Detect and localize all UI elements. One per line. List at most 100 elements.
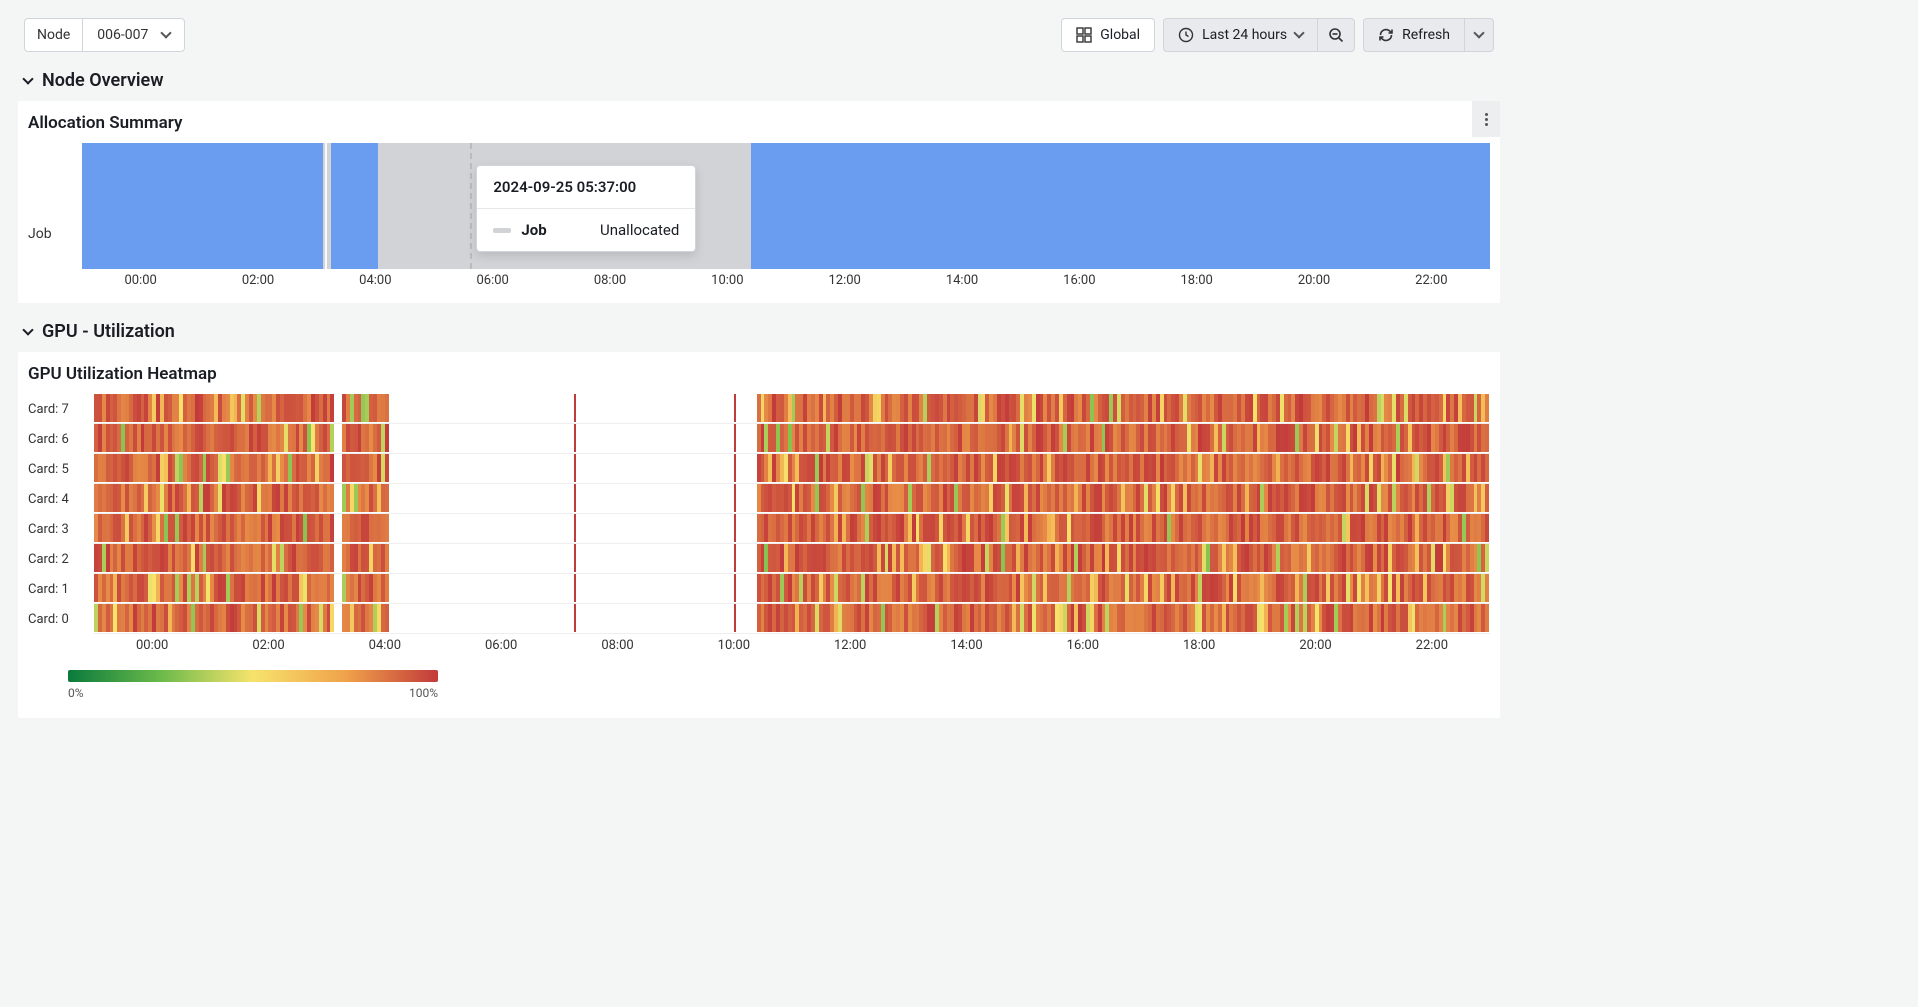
chevron-down-icon — [1293, 27, 1304, 38]
panel-title: GPU Utilization Heatmap — [18, 352, 1500, 390]
zoom-out-icon — [1328, 27, 1344, 43]
xtick: 10:00 — [718, 638, 750, 653]
heatmap-row — [94, 394, 1490, 422]
node-select[interactable]: 006-007 — [82, 18, 185, 52]
xtick: 20:00 — [1299, 638, 1331, 653]
heatmap-row — [94, 604, 1490, 632]
heatmap-spike — [734, 394, 736, 422]
alloc-segment-unallocated[interactable] — [327, 143, 331, 269]
heatmap-y-label: Card: 3 — [28, 514, 94, 544]
legend-gradient — [68, 670, 438, 682]
alloc-segment-unallocated[interactable] — [323, 143, 326, 269]
chevron-down-icon — [1473, 27, 1484, 38]
chevron-down-icon — [161, 27, 172, 38]
heatmap-spike — [574, 574, 576, 602]
section-title: Node Overview — [42, 70, 164, 91]
legend-max: 100% — [409, 686, 438, 700]
node-selector-group: Node 006-007 — [24, 18, 185, 52]
chevron-down-icon — [22, 324, 33, 335]
heatmap-spike — [574, 454, 576, 482]
xtick: 20:00 — [1298, 273, 1330, 288]
heatmap-spike — [734, 574, 736, 602]
heatmap-row — [94, 484, 1490, 512]
timerange-label: Last 24 hours — [1202, 27, 1287, 43]
tooltip-series: Job — [521, 221, 546, 239]
tooltip: 2024-09-25 05:37:00 Job Unallocated — [476, 165, 696, 252]
heatmap-spike — [734, 454, 736, 482]
xtick: 12:00 — [834, 638, 866, 653]
alloc-segment-allocated[interactable] — [751, 143, 1490, 269]
timerange-button[interactable]: Last 24 hours — [1163, 18, 1317, 52]
heatmap-spike — [574, 424, 576, 452]
xtick: 04:00 — [359, 273, 391, 288]
xtick: 04:00 — [369, 638, 401, 653]
legend-min: 0% — [68, 686, 84, 700]
heatmap-y-label: Card: 0 — [28, 604, 94, 634]
xtick: 14:00 — [950, 638, 982, 653]
heatmap-row — [94, 574, 1490, 602]
heatmap-row — [94, 544, 1490, 572]
heatmap-y-label: Card: 1 — [28, 574, 94, 604]
global-button[interactable]: Global — [1061, 18, 1155, 52]
heatmap-y-axis: Card: 7Card: 6Card: 5Card: 4Card: 3Card:… — [28, 394, 94, 634]
xtick: 02:00 — [252, 638, 284, 653]
xtick: 00:00 — [136, 638, 168, 653]
heatmap-row — [94, 454, 1490, 482]
alloc-segment-allocated[interactable] — [331, 143, 378, 269]
toolbar-right: Global Last 24 hours Refresh — [1061, 18, 1494, 52]
toolbar: Node 006-007 Global Last 24 hours Refres… — [0, 0, 1518, 52]
panel-allocation-summary: Allocation Summary Job 00:0002:0004:0006… — [18, 101, 1500, 303]
heatmap-spike — [734, 544, 736, 572]
node-label: Node — [24, 18, 82, 52]
alloc-y-label: Job — [28, 143, 82, 293]
refresh-group: Refresh — [1363, 18, 1494, 52]
heatmap-plot[interactable] — [94, 394, 1490, 634]
refresh-icon — [1378, 27, 1394, 43]
heatmap-spike — [734, 484, 736, 512]
allocation-timeline[interactable]: 00:0002:0004:0006:0008:0010:0012:0014:00… — [82, 143, 1490, 293]
heatmap-row — [94, 514, 1490, 542]
panel-menu-button[interactable] — [1472, 101, 1500, 137]
heatmap-spike — [734, 424, 736, 452]
refresh-button[interactable]: Refresh — [1363, 18, 1464, 52]
panel-title: Allocation Summary — [18, 101, 1500, 139]
timerange-picker: Last 24 hours — [1163, 18, 1355, 52]
heatmap-spike — [574, 604, 576, 632]
xtick: 18:00 — [1180, 273, 1212, 288]
zoom-out-button[interactable] — [1317, 18, 1355, 52]
xtick: 06:00 — [485, 638, 517, 653]
xtick: 16:00 — [1063, 273, 1095, 288]
heatmap-spike — [574, 514, 576, 542]
xtick: 16:00 — [1067, 638, 1099, 653]
tooltip-value: Unallocated — [600, 221, 679, 239]
alloc-segment-unallocated[interactable] — [727, 143, 750, 269]
dashboard-icon — [1076, 27, 1092, 43]
hover-cursor — [470, 143, 472, 269]
alloc-segment-allocated[interactable] — [82, 143, 323, 269]
refresh-label: Refresh — [1402, 27, 1450, 43]
xtick: 08:00 — [601, 638, 633, 653]
heatmap-row — [94, 424, 1490, 452]
xtick: 10:00 — [711, 273, 743, 288]
xtick: 18:00 — [1183, 638, 1215, 653]
heatmap-spike — [574, 394, 576, 422]
heatmap-y-label: Card: 7 — [28, 394, 94, 424]
xtick: 00:00 — [124, 273, 156, 288]
xtick: 22:00 — [1415, 273, 1447, 288]
section-toggle-gpu-utilization[interactable]: GPU - Utilization — [0, 303, 1518, 352]
xtick: 14:00 — [946, 273, 978, 288]
kebab-icon — [1485, 113, 1488, 126]
tooltip-timestamp: 2024-09-25 05:37:00 — [477, 166, 695, 209]
clock-icon — [1178, 27, 1194, 43]
section-toggle-node-overview[interactable]: Node Overview — [0, 52, 1518, 101]
heatmap-y-label: Card: 2 — [28, 544, 94, 574]
heatmap-spike — [734, 514, 736, 542]
heatmap-y-label: Card: 6 — [28, 424, 94, 454]
xtick: 12:00 — [828, 273, 860, 288]
section-title: GPU - Utilization — [42, 321, 175, 342]
heatmap-y-label: Card: 4 — [28, 484, 94, 514]
chevron-down-icon — [22, 73, 33, 84]
heatmap-y-label: Card: 5 — [28, 454, 94, 484]
xtick: 02:00 — [242, 273, 274, 288]
refresh-interval-button[interactable] — [1464, 18, 1494, 52]
